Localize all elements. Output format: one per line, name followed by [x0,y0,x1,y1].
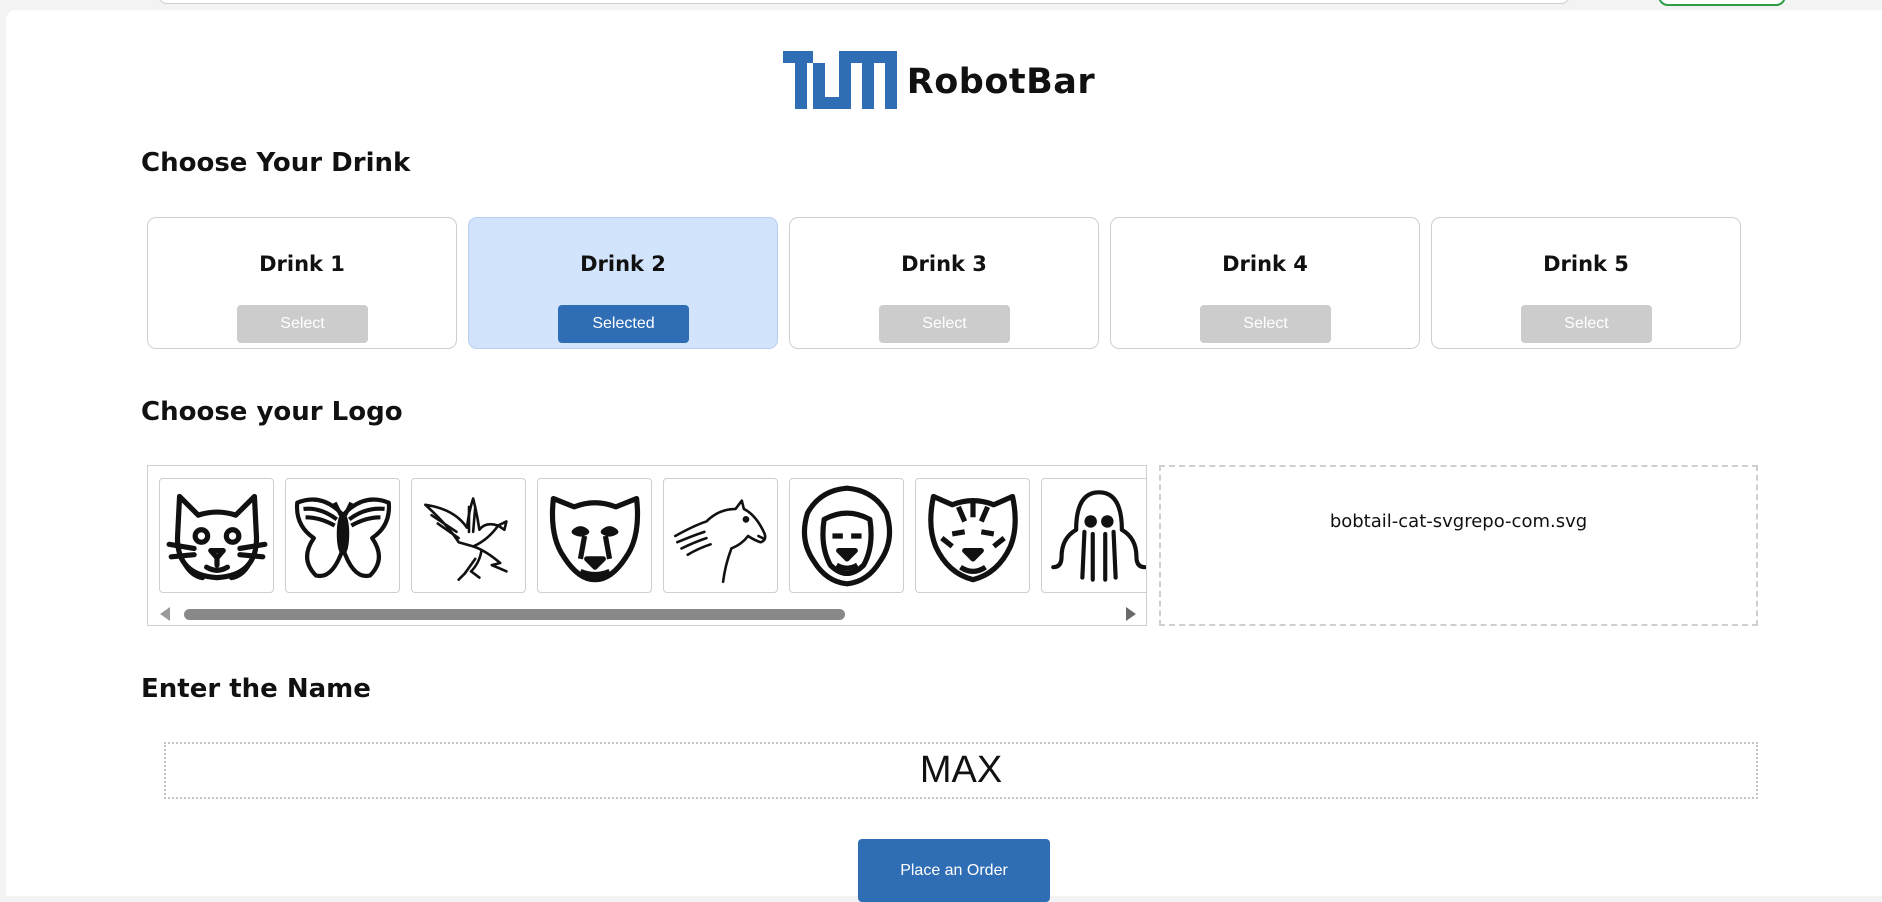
tiger-icon [927,493,1018,582]
scrollbar-thumb[interactable] [184,609,845,620]
lion-icon [801,485,892,586]
cat-icon [166,493,267,580]
drink-card-5[interactable]: Drink 5 Select [1431,217,1741,349]
logo-track [159,478,1146,593]
logo-option-lion[interactable] [789,478,904,593]
selected-logo-filename: bobtail-cat-svgrepo-com.svg [1329,511,1588,532]
logo-option-eagle[interactable] [411,478,526,593]
drink-name: Drink 5 [1543,252,1629,276]
selected-button[interactable]: Selected [558,305,689,343]
horse-icon [673,498,766,583]
butterfly-icon [294,497,391,578]
octopus-icon [1050,489,1146,582]
select-button[interactable]: Select [879,305,1010,343]
drink-card-4[interactable]: Drink 4 Select [1110,217,1420,349]
logo-carousel[interactable] [147,465,1147,626]
logo-preview: bobtail-cat-svgrepo-com.svg [1159,465,1758,626]
name-section-heading: Enter the Name [141,674,371,704]
select-button[interactable]: Select [1200,305,1331,343]
logo-section-heading: Choose your Logo [141,397,403,427]
logo-option-butterfly[interactable] [285,478,400,593]
horizontal-scrollbar[interactable] [148,601,1146,625]
browser-top-bar [0,0,1882,10]
cheetah-icon [549,495,640,582]
place-order-button[interactable]: Place an Order [858,839,1050,902]
tum-logo-icon [782,50,897,114]
drink-name: Drink 3 [901,252,987,276]
drink-name: Drink 4 [1222,252,1308,276]
app-title: RobotBar [906,62,1096,102]
logo-option-cat[interactable] [159,478,274,593]
logo-option-cheetah[interactable] [537,478,652,593]
app-header: RobotBar [6,40,1882,124]
drink-name: Drink 1 [259,252,345,276]
drink-card-3[interactable]: Drink 3 Select [789,217,1099,349]
address-bar[interactable] [158,0,1570,4]
scroll-left-icon[interactable] [160,607,170,621]
logo-option-horse[interactable] [663,478,778,593]
logo-option-tiger[interactable] [915,478,1030,593]
scroll-right-icon[interactable] [1126,607,1136,621]
logo-option-octopus[interactable] [1041,478,1146,593]
eagle-icon [423,496,508,581]
drink-card-1[interactable]: Drink 1 Select [147,217,457,349]
brand: RobotBar [782,50,1096,114]
browser-action-button[interactable] [1658,0,1786,6]
page-panel: RobotBar Choose Your Drink Drink 1 Selec… [6,10,1882,902]
drink-card-2[interactable]: Drink 2 Selected [468,217,778,349]
select-button[interactable]: Select [237,305,368,343]
select-button[interactable]: Select [1521,305,1652,343]
drink-list: Drink 1 Select Drink 2 Selected Drink 3 … [147,217,1758,351]
drink-name: Drink 2 [580,252,666,276]
drink-section-heading: Choose Your Drink [141,148,411,178]
name-input[interactable] [164,742,1758,799]
